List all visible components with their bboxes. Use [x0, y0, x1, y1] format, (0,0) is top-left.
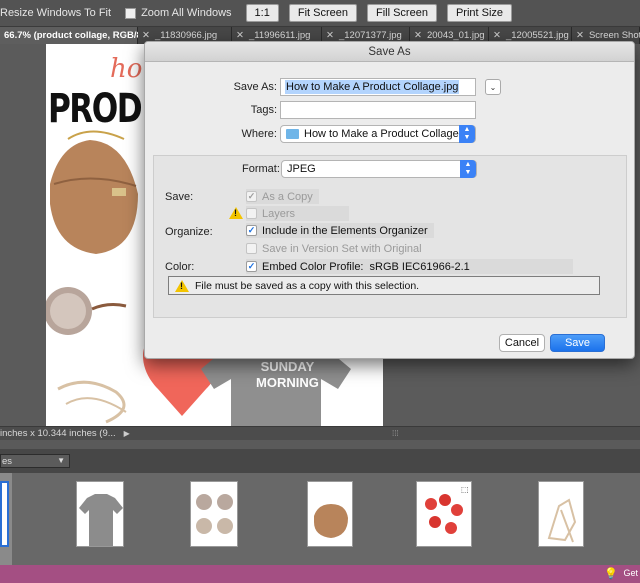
app-window: Resize Windows To Fit Zoom All Windows 1…	[0, 0, 640, 583]
where-popup[interactable]: How to Make a Product Collage ▲ ▼	[280, 125, 476, 143]
close-tab-icon[interactable]: ✕	[326, 30, 334, 41]
chevron-down-icon: ⌄	[489, 82, 497, 92]
bin-thumbnail[interactable]: ⬚	[414, 473, 474, 565]
version-set-label: Save in Version Set with Original	[262, 242, 422, 255]
svg-text:⬚: ⬚	[461, 485, 469, 494]
bin-source-dropdown[interactable]: es ▼	[0, 454, 70, 468]
print-size-button[interactable]: Print Size	[446, 4, 513, 22]
tags-label: Tags:	[250, 104, 277, 116]
close-tab-icon[interactable]: ✕	[414, 30, 422, 41]
doc-tab-label: _12005521.jpg	[505, 30, 569, 41]
thumbnail-image: ⬚	[416, 481, 472, 547]
resize-grip-icon[interactable]: ⁞⁞⁞	[392, 429, 399, 438]
fit-screen-button[interactable]: Fit Screen	[288, 4, 357, 22]
thumbnail-image	[76, 481, 124, 547]
tags-input[interactable]	[280, 101, 476, 119]
thumbnail-image	[307, 481, 353, 547]
save-as-label: Save As:	[233, 81, 277, 93]
close-tab-icon[interactable]: ✕	[576, 30, 584, 41]
status-menu-arrow-icon[interactable]: ▶	[124, 429, 130, 438]
warning-message-box: File must be saved as a copy with this s…	[168, 276, 600, 295]
thumbnail-image	[0, 481, 9, 547]
close-tab-icon[interactable]: ✕	[493, 30, 501, 41]
doc-tab-label: 20043_01.jpg	[426, 30, 485, 41]
tshirt-print-text: SUNDAY MORNING	[256, 359, 319, 390]
save-options-panel: Format: JPEG ▲▼ Save: ✓ As a Copy Layers…	[153, 155, 627, 318]
format-value: JPEG	[287, 163, 316, 175]
cancel-button[interactable]: Cancel	[499, 334, 545, 352]
doc-tab-label: 66.7% (product collage, RGB/8) *	[4, 30, 152, 41]
include-organizer-checkbox[interactable]: ✓	[246, 225, 257, 236]
where-label: Where:	[241, 128, 277, 140]
include-organizer-label: Include in the Elements Organizer	[262, 224, 428, 237]
popup-stepper-icon: ▲ ▼	[459, 125, 475, 143]
popup-stepper-icon: ▲ ▼	[460, 160, 476, 178]
chevron-down-icon: ▼	[57, 456, 65, 465]
filename-value: How to Make A Product Collage.jpg	[285, 80, 460, 94]
taskbar-footer: 💡 Get	[0, 565, 640, 583]
layers-option[interactable]: Layers	[246, 206, 349, 221]
bin-thumbnail[interactable]	[186, 473, 246, 565]
color-label: Color:	[165, 261, 195, 273]
get-started-link[interactable]: Get	[623, 568, 638, 578]
zoom-all-option[interactable]: Zoom All Windows	[125, 7, 232, 19]
warning-icon	[175, 280, 189, 292]
folder-icon	[286, 129, 299, 139]
embed-profile-label: Embed Color Profile:	[262, 260, 364, 273]
photo-bin: ⬚	[0, 473, 640, 565]
lightbulb-icon[interactable]: 💡	[604, 567, 618, 580]
as-a-copy-checkbox[interactable]: ✓	[246, 191, 257, 202]
resize-windows-label: Resize Windows To Fit	[0, 7, 112, 19]
organize-label: Organize:	[165, 226, 213, 238]
document-size-readout: inches x 10.344 inches (9...	[0, 428, 116, 439]
status-bar: inches x 10.344 inches (9... ▶ ⁞⁞⁞	[0, 426, 640, 440]
version-set-option[interactable]: Save in Version Set with Original	[246, 241, 422, 256]
embed-profile-option[interactable]: ✓ Embed Color Profile: sRGB IEC61966-2.1	[246, 259, 573, 274]
save-as-dialog: Save As Save As: How to Make A Product C…	[144, 41, 635, 359]
filename-input[interactable]: How to Make A Product Collage.jpg	[280, 78, 476, 96]
as-a-copy-label: As a Copy	[262, 190, 313, 203]
doc-tab-label: Screen Shot	[588, 30, 640, 41]
version-set-checkbox[interactable]	[246, 243, 257, 254]
one-to-one-button[interactable]: 1:1	[245, 4, 279, 22]
thumbnail-image	[190, 481, 238, 547]
layers-checkbox[interactable]	[246, 208, 257, 219]
doc-tab-label: _11830966.jpg	[154, 30, 218, 41]
format-label: Format:	[242, 163, 280, 175]
as-a-copy-option[interactable]: ✓ As a Copy	[246, 189, 319, 204]
save-button[interactable]: Save	[550, 334, 605, 352]
where-value: How to Make a Product Collage	[304, 128, 459, 140]
bin-thumbnail[interactable]	[534, 473, 594, 565]
color-profile-value: sRGB IEC61966-2.1	[369, 260, 470, 273]
bin-thumbnail[interactable]	[302, 473, 362, 565]
options-bar: Resize Windows To Fit Zoom All Windows 1…	[0, 0, 640, 27]
expand-dialog-button[interactable]: ⌄	[485, 79, 501, 95]
zoom-all-checkbox[interactable]	[125, 7, 137, 19]
close-tab-icon[interactable]: ✕	[142, 30, 150, 41]
doc-tab-label: _11996611.jpg	[248, 30, 311, 41]
save-section-label: Save:	[165, 191, 194, 203]
zoom-all-label: Zoom All Windows	[141, 7, 232, 19]
fill-screen-button[interactable]: Fill Screen	[366, 4, 437, 22]
close-tab-icon[interactable]: ✕	[236, 30, 244, 41]
dialog-title: Save As	[145, 42, 634, 62]
bin-source-value: es	[2, 455, 13, 467]
thumbnail-image	[538, 481, 584, 547]
photo-bin-header: es ▼	[0, 449, 640, 473]
warning-icon	[229, 207, 243, 219]
doc-tab-label: _12071377.jpg	[338, 30, 402, 41]
warning-message: File must be saved as a copy with this s…	[195, 279, 420, 292]
layers-label: Layers	[262, 207, 296, 220]
embed-profile-checkbox[interactable]: ✓	[246, 261, 257, 272]
bin-thumbnail[interactable]	[70, 473, 130, 565]
include-organizer-option[interactable]: ✓ Include in the Elements Organizer	[246, 223, 434, 238]
doc-tab-product-collage[interactable]: 66.7% (product collage, RGB/8) *	[0, 27, 151, 44]
resize-windows-option[interactable]: Resize Windows To Fit	[0, 7, 111, 19]
format-popup[interactable]: JPEG ▲ ▼	[281, 160, 477, 178]
bin-thumbnail-selected[interactable]	[0, 473, 12, 565]
